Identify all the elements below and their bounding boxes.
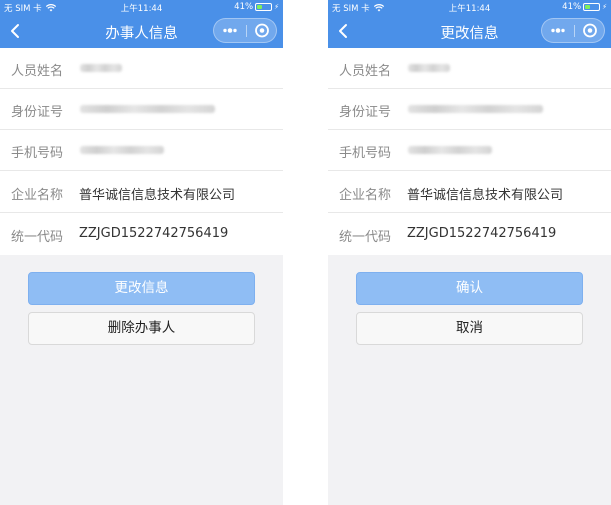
change-info-button[interactable]: 更改信息 <box>28 272 255 305</box>
battery-status: 41% ⚡ <box>562 2 607 12</box>
redacted-name <box>80 64 122 72</box>
status-bar: 无 SIM 卡 上午11:44 41% ⚡ <box>0 0 283 14</box>
row-id-number: 身份证号 <box>0 89 283 130</box>
charging-icon: ⚡ <box>602 3 607 11</box>
screen-person-info: 无 SIM 卡 上午11:44 41% ⚡ 办事人信息 人员姓名 身份证号 手机… <box>0 0 283 505</box>
cancel-button[interactable]: 取消 <box>356 312 583 345</box>
row-label: 人员姓名 <box>339 64 392 79</box>
header: 无 SIM 卡 上午11:44 41% ⚡ 办事人信息 <box>0 0 283 48</box>
header: 无 SIM 卡 上午11:44 41% ⚡ 更改信息 <box>328 0 611 48</box>
battery-fill <box>257 5 263 9</box>
battery-fill <box>585 5 591 9</box>
redacted-phone <box>408 146 492 154</box>
battery-percent: 41% <box>562 2 582 12</box>
nav-bar: 更改信息 <box>328 14 611 48</box>
row-name: 人员姓名 <box>0 48 283 89</box>
battery-percent: 41% <box>234 2 254 12</box>
row-label: 统一代码 <box>339 230 392 245</box>
chevron-left-icon[interactable] <box>8 23 24 39</box>
screen-edit-info: 无 SIM 卡 上午11:44 41% ⚡ 更改信息 人员姓名 身份证号 手机号… <box>328 0 611 505</box>
row-label: 手机号码 <box>339 146 392 161</box>
row-value: 普华诚信信息技术有限公司 <box>407 188 564 203</box>
row-phone: 手机号码 <box>0 130 283 171</box>
row-value: ZZJGD1522742756419 <box>79 226 229 241</box>
chevron-left-icon[interactable] <box>336 23 352 39</box>
battery-status: 41% ⚡ <box>234 2 279 12</box>
redacted-phone <box>80 146 164 154</box>
row-company[interactable]: 企业名称 普华诚信信息技术有限公司 <box>328 172 611 213</box>
battery-icon <box>583 3 601 11</box>
battery-icon <box>255 3 273 11</box>
nav-bar: 办事人信息 <box>0 14 283 48</box>
row-label: 企业名称 <box>11 188 64 203</box>
row-label: 身份证号 <box>11 105 64 120</box>
mini-program-capsule <box>213 18 277 43</box>
charging-icon: ⚡ <box>274 3 279 11</box>
row-label: 身份证号 <box>339 105 392 120</box>
redacted-id-number <box>80 105 215 113</box>
row-label: 手机号码 <box>11 146 64 161</box>
row-id-number[interactable]: 身份证号 <box>328 89 611 130</box>
row-company: 企业名称 普华诚信信息技术有限公司 <box>0 172 283 213</box>
row-unified-code[interactable]: 统一代码 ZZJGD1522742756419 <box>328 214 611 255</box>
confirm-button[interactable]: 确认 <box>356 272 583 305</box>
row-label: 人员姓名 <box>11 64 64 79</box>
info-list: 人员姓名 身份证号 手机号码 企业名称 普华诚信信息技术有限公司 统一代码 ZZ… <box>0 48 283 255</box>
row-unified-code: 统一代码 ZZJGD1522742756419 <box>0 214 283 255</box>
status-bar: 无 SIM 卡 上午11:44 41% ⚡ <box>328 0 611 14</box>
target-circle-icon[interactable] <box>575 19 605 42</box>
redacted-name <box>408 64 450 72</box>
info-list: 人员姓名 身份证号 手机号码 企业名称 普华诚信信息技术有限公司 统一代码 ZZ… <box>328 48 611 255</box>
target-circle-icon[interactable] <box>247 19 277 42</box>
more-dots-icon[interactable] <box>542 19 574 42</box>
redacted-id-number <box>408 105 543 113</box>
row-label: 统一代码 <box>11 230 64 245</box>
row-value: 普华诚信信息技术有限公司 <box>79 188 236 203</box>
row-label: 企业名称 <box>339 188 392 203</box>
row-name[interactable]: 人员姓名 <box>328 48 611 89</box>
more-dots-icon[interactable] <box>214 19 246 42</box>
row-phone[interactable]: 手机号码 <box>328 130 611 171</box>
row-value: ZZJGD1522742756419 <box>407 226 557 241</box>
mini-program-capsule <box>541 18 605 43</box>
delete-agent-button[interactable]: 删除办事人 <box>28 312 255 345</box>
